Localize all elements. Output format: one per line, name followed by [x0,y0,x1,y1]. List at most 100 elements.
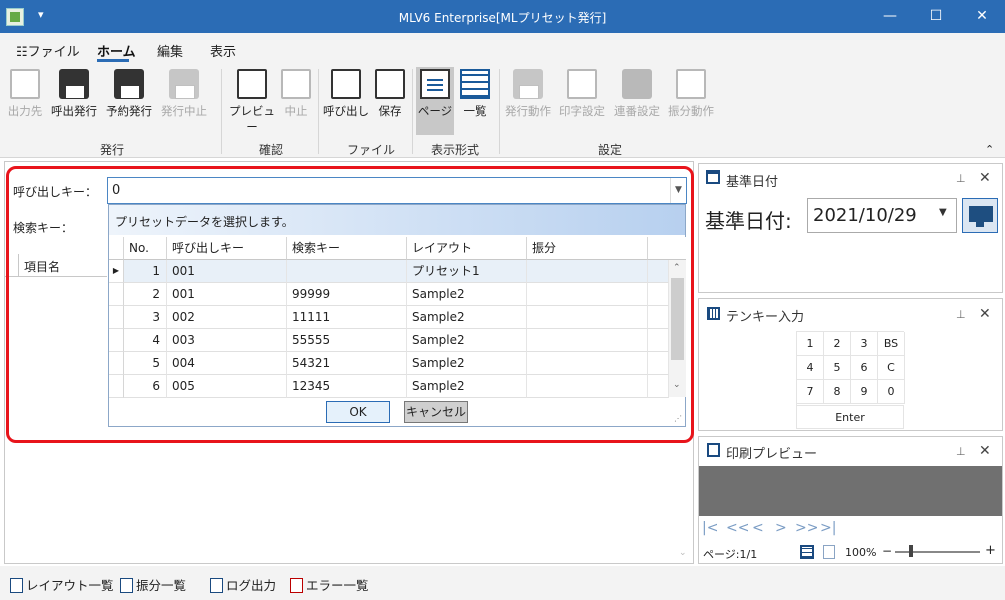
pin-icon[interactable]: ⊥ [956,308,966,321]
zoom-in-button[interactable]: + [985,543,996,558]
minimize-button[interactable]: — [867,0,913,33]
tenkey-key[interactable]: 5 [824,356,851,380]
pin-icon[interactable]: ⊥ [956,172,966,185]
ribbon-separator [499,69,500,154]
single-page-icon[interactable] [823,545,835,559]
tenkey-key[interactable]: 2 [824,332,851,356]
ribbon-separator [221,69,222,154]
close-icon[interactable]: ✕ [979,170,991,186]
pin-icon[interactable]: ⊥ [956,445,966,458]
zoom-slider[interactable] [895,551,980,553]
tenkey-grid: 1 2 3 BS 4 5 6 C 7 8 9 0 [796,331,905,405]
call-issue-button[interactable]: 呼出発行 [48,69,100,119]
group-label-file: ファイル [347,143,396,157]
panel-scroll-down-icon[interactable]: ⌄ [679,548,687,558]
tenkey-key[interactable]: 1 [797,332,824,356]
load-button[interactable]: 呼び出し [323,69,369,119]
zoom-level: 100% [845,546,877,559]
print-settings-icon [567,69,597,99]
maximize-button[interactable]: ☐ [913,0,959,33]
zoom-out-button[interactable]: − [882,544,892,558]
distribution-behavior-icon [676,69,706,99]
call-issue-icon [59,69,89,99]
group-label-confirm: 確認 [259,143,284,157]
collapse-ribbon-icon[interactable]: ⌃ [985,143,994,156]
serial-settings-icon [622,69,652,99]
monitor-button[interactable] [962,198,998,233]
keypad-icon [707,307,720,320]
first-page-button[interactable]: |< [702,520,718,536]
stop-issue-button[interactable]: 発行中止 [158,69,210,119]
tab-edit[interactable]: 編集 [157,41,183,60]
group-label-display-format: 表示形式 [431,143,480,157]
close-button[interactable]: ✕ [959,0,1005,33]
save-button[interactable]: 保存 [373,69,407,119]
tab-view[interactable]: 表示 [210,41,236,60]
print-settings-button[interactable]: 印字設定 [557,69,607,119]
ribbon-separator [412,69,413,154]
log-output-icon [210,578,223,593]
prev-section-button[interactable]: << [726,520,749,536]
close-icon[interactable]: ✕ [979,306,991,322]
chevron-down-icon[interactable]: ▼ [939,207,947,218]
ribbon-separator [318,69,319,154]
highlight-frame [6,166,694,443]
reserve-issue-button[interactable]: 予約発行 [103,69,155,119]
tenkey-key[interactable]: 6 [851,356,878,380]
page-view-icon [420,69,450,99]
tenkey-key[interactable]: 9 [851,380,878,404]
error-list-icon [290,578,303,593]
tenkey-key[interactable]: 0 [878,380,905,404]
output-destination-icon [10,69,40,99]
distribution-behavior-button[interactable]: 振分動作 [666,69,716,119]
page-info: ページ:1/1 [703,548,758,561]
base-date-select[interactable]: 2021/10/29 [807,198,957,233]
issue-behavior-icon [513,69,543,99]
cancel-preview-button[interactable]: 中止 [280,69,312,119]
tab-home[interactable]: ホーム [97,41,136,60]
load-icon [331,69,361,99]
multi-page-icon[interactable] [800,545,814,559]
base-date-label: 基準日付: [705,209,792,233]
list-view-button[interactable]: 一覧 [457,69,493,119]
group-label-issue: 発行 [100,143,125,157]
tenkey-key[interactable]: BS [878,332,905,356]
issue-behavior-button[interactable]: 発行動作 [503,69,553,119]
tenkey-key[interactable]: C [878,356,905,380]
preview-button[interactable]: プレビュー [228,69,276,135]
tenkey-key[interactable]: 7 [797,380,824,404]
stop-issue-icon [169,69,199,99]
enter-key[interactable]: Enter [796,405,904,429]
layout-list-icon [10,578,23,593]
error-list-tab[interactable]: エラー一覧 [290,575,369,594]
active-tab-indicator [97,59,129,62]
distribution-list-tab[interactable]: 振分一覧 [120,575,186,594]
ribbon-tabs: ☷ファイル ホーム 編集 表示 [0,33,1005,63]
tenkey-key[interactable]: 4 [797,356,824,380]
print-preview-icon [707,443,720,457]
layout-list-tab[interactable]: レイアウト一覧 [10,575,114,594]
tenkey-key[interactable]: 3 [851,332,878,356]
tenkey-title: テンキー入力 [726,310,805,325]
title-bar: ▾ MLV6 Enterprise[MLプリセット発行] — ☐ ✕ [0,0,1005,33]
page-view-button[interactable]: ページ [416,67,454,135]
zoom-slider-thumb[interactable] [909,545,913,557]
reserve-issue-icon [114,69,144,99]
close-icon[interactable]: ✕ [979,443,991,459]
next-page-button[interactable]: > [775,520,787,536]
prev-page-button[interactable]: < [752,520,764,536]
last-page-button[interactable]: >| [820,520,836,536]
menu-icon: ☷ [16,45,28,60]
ribbon: 出力先 呼出発行 予約発行 発行中止 プレビュー 中止 呼び出し 保存 ページ … [0,63,1005,158]
next-section-button[interactable]: >> [795,520,818,536]
cancel-preview-icon [281,69,311,99]
tenkey-key[interactable]: 8 [824,380,851,404]
tab-file[interactable]: ☷ファイル [16,41,80,60]
output-destination-button[interactable]: 出力先 [5,69,45,119]
save-icon [375,69,405,99]
distribution-list-icon [120,578,133,593]
print-preview-title: 印刷プレビュー [726,447,818,462]
log-output-tab[interactable]: ログ出力 [210,575,276,594]
serial-settings-button[interactable]: 連番設定 [612,69,662,119]
preview-icon [237,69,267,99]
